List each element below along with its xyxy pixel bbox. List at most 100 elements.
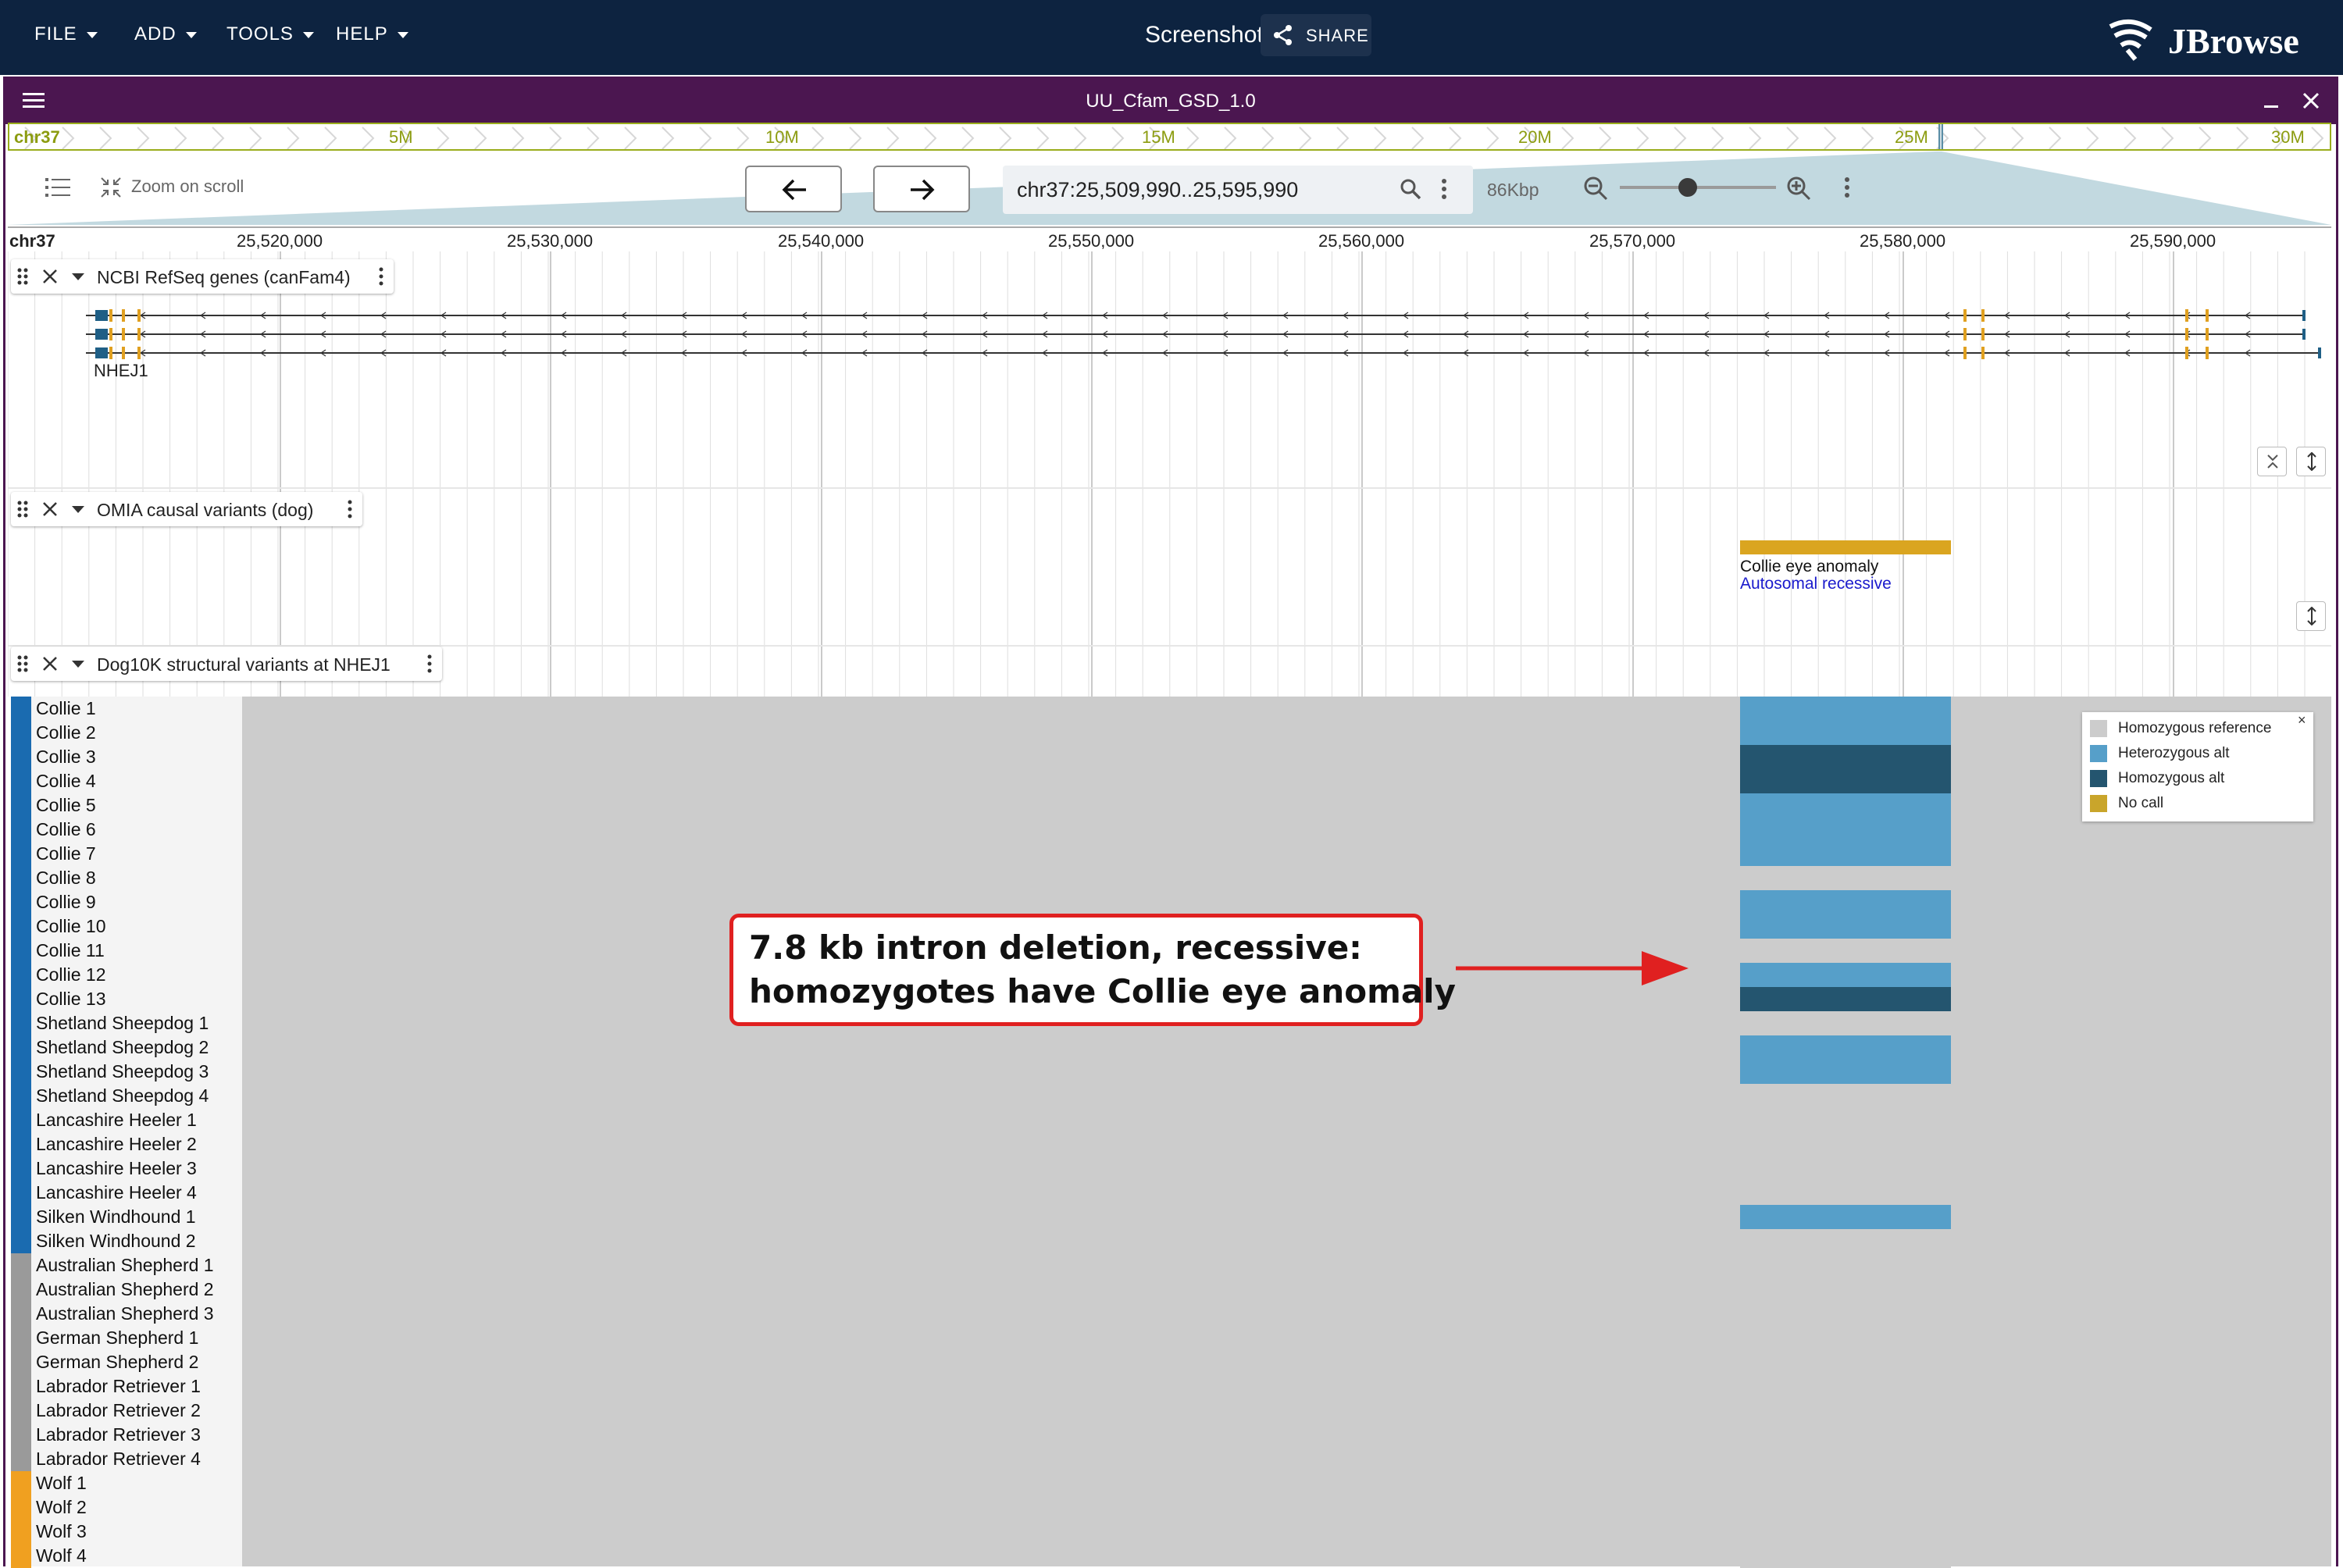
file-menu[interactable]: FILE [34, 23, 98, 45]
drag-handle-icon[interactable] [17, 267, 28, 286]
overview-scalebar[interactable]: chr37 5M 10M 15M 20M 25M 30M [8, 123, 2331, 151]
genotype-cell[interactable] [1740, 842, 1951, 866]
close-track-icon[interactable] [42, 656, 58, 672]
genotype-column[interactable] [1740, 697, 1951, 1568]
genotype-cell[interactable] [1740, 890, 1951, 914]
genotype-cell[interactable] [1740, 1495, 1951, 1520]
sample-name: Collie 5 [36, 795, 96, 815]
overview-current-region[interactable] [1938, 124, 1943, 149]
scroll-right-button[interactable] [873, 166, 970, 212]
help-menu[interactable]: HELP [336, 23, 408, 45]
chevron-down-icon[interactable] [72, 506, 84, 514]
genotype-cell[interactable] [1740, 1399, 1951, 1423]
genotype-cell[interactable] [1740, 1326, 1951, 1350]
genotype-cell[interactable] [1740, 1544, 1951, 1568]
track-separator [8, 487, 2331, 489]
zoom-out-icon[interactable] [1582, 175, 1609, 201]
genotype-cell[interactable] [1740, 1278, 1951, 1302]
genotype-cell[interactable] [1740, 818, 1951, 842]
overview-tick: 20M [1518, 127, 1552, 147]
exon-block [2185, 309, 2188, 322]
drag-handle-icon[interactable] [17, 654, 28, 673]
zoom-slider[interactable] [1620, 178, 1776, 197]
location-input[interactable] [1015, 175, 1393, 205]
more-vert-icon[interactable] [1440, 178, 1448, 201]
genotype-cell[interactable] [1740, 1060, 1951, 1084]
genotype-cell[interactable] [1740, 1205, 1951, 1229]
annotation-callout: 7.8 kb intron deletion, recessive: homoz… [729, 914, 1456, 1026]
add-menu[interactable]: ADD [134, 23, 197, 45]
genotype-cell[interactable] [1740, 769, 1951, 793]
utr-block [95, 347, 108, 358]
overview-chevron [212, 127, 225, 149]
exon-block [1963, 309, 1967, 322]
genotype-cell[interactable] [1740, 1084, 1951, 1108]
search-icon[interactable] [1400, 178, 1421, 200]
tools-menu[interactable]: TOOLS [226, 23, 314, 45]
genotype-cell[interactable] [1740, 697, 1951, 721]
more-vert-icon[interactable] [426, 654, 433, 675]
genotype-cell[interactable] [1740, 1471, 1951, 1495]
exon-block [2206, 328, 2209, 340]
genotype-cell[interactable] [1740, 1447, 1951, 1471]
share-button[interactable]: SHARE [1261, 14, 1371, 56]
genotype-cell[interactable] [1740, 914, 1951, 939]
close-icon[interactable] [2302, 91, 2320, 110]
chevron-down-icon[interactable] [72, 661, 84, 668]
genotype-cell[interactable] [1740, 1035, 1951, 1060]
collapse-icon [2267, 454, 2278, 469]
genotype-cell[interactable] [1740, 1229, 1951, 1253]
genotype-cell[interactable] [1740, 1374, 1951, 1399]
genotype-cell[interactable] [1740, 1350, 1951, 1374]
minimize-icon[interactable] [2263, 91, 2280, 110]
location-search-box[interactable] [1003, 166, 1473, 214]
genotype-cell[interactable] [1740, 1181, 1951, 1205]
more-vert-icon[interactable] [347, 500, 353, 520]
genotype-cell[interactable] [1740, 1423, 1951, 1447]
callout-line: homozygotes have Collie eye anomaly [749, 972, 1456, 1010]
omia-feature[interactable] [1740, 540, 1951, 554]
session-title[interactable]: Screenshot [1145, 22, 1264, 48]
genotype-cell[interactable] [1740, 1132, 1951, 1156]
genotype-cell[interactable] [1740, 721, 1951, 745]
overview-chevron [62, 127, 75, 149]
ruler-tick-label: 25,560,000 [1318, 231, 1405, 251]
resize-track-button[interactable] [2296, 601, 2326, 631]
genotype-cell[interactable] [1740, 745, 1951, 769]
track-selector-icon[interactable] [45, 176, 70, 198]
collapse-track-button[interactable] [2257, 447, 2287, 476]
genotype-cell[interactable] [1740, 939, 1951, 963]
genotype-cell[interactable] [1740, 1011, 1951, 1035]
genotype-cell[interactable] [1740, 1108, 1951, 1132]
more-vert-icon[interactable] [378, 267, 384, 287]
overview-chevron [549, 127, 562, 149]
genotype-cell[interactable] [1740, 793, 1951, 818]
close-track-icon[interactable] [42, 501, 58, 517]
genotype-cell[interactable] [1740, 963, 1951, 987]
drag-handle-icon[interactable] [17, 500, 28, 519]
sample-name: Collie 4 [36, 771, 96, 791]
more-vert-icon[interactable] [1843, 176, 1851, 200]
genotype-cell[interactable] [1740, 1302, 1951, 1326]
close-track-icon[interactable] [42, 269, 58, 284]
legend-item: Homozygous reference [2090, 720, 2271, 737]
genotype-cell[interactable] [1740, 1253, 1951, 1278]
overview-chevron [174, 127, 187, 149]
overview-chevron [474, 127, 487, 149]
sample-name: Australian Shepherd 3 [36, 1303, 214, 1324]
chevron-down-icon [86, 31, 98, 38]
legend-close-icon[interactable]: × [2298, 712, 2306, 729]
sample-name: Silken Windhound 2 [36, 1231, 196, 1251]
genotype-cell[interactable] [1740, 866, 1951, 890]
resize-track-button[interactable] [2296, 447, 2326, 476]
genotype-cell[interactable] [1740, 1156, 1951, 1181]
zoom-on-scroll-toggle[interactable]: Zoom on scroll [100, 175, 272, 198]
chevron-down-icon[interactable] [72, 273, 84, 281]
zoom-slider-thumb[interactable] [1678, 178, 1697, 197]
genotype-cell[interactable] [1740, 1520, 1951, 1544]
overview-chevron [1749, 127, 1762, 149]
gene-model-nhej1[interactable] [8, 301, 2331, 364]
genotype-cell[interactable] [1740, 987, 1951, 1011]
zoom-in-icon[interactable] [1785, 175, 1812, 201]
scroll-left-button[interactable] [745, 166, 842, 212]
